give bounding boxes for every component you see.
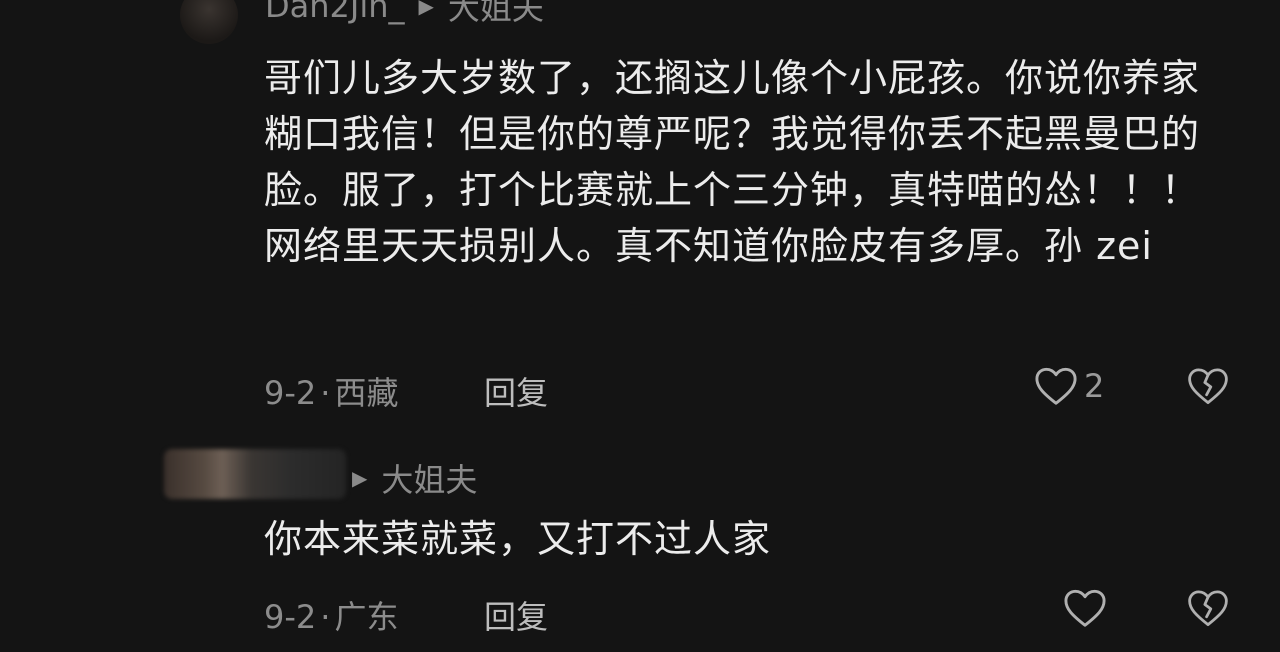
reply-to-name[interactable]: 大姐夫	[381, 455, 477, 501]
reply-button[interactable]: 回复	[484, 592, 548, 638]
comment-date: 9-2	[264, 598, 317, 636]
meta-separator: ·	[320, 598, 331, 636]
heart-outline-icon	[1063, 588, 1107, 628]
comment-meta: 9-2 · 西藏	[264, 368, 398, 414]
avatar[interactable]	[180, 0, 238, 44]
meta-separator: ·	[320, 374, 331, 412]
comment-meta: 9-2 · 广东	[264, 592, 398, 638]
like-button[interactable]	[1063, 588, 1113, 628]
broken-heart-icon	[1187, 590, 1229, 632]
comment-date: 9-2	[264, 374, 317, 412]
dislike-button[interactable]	[1187, 588, 1229, 632]
reply-button[interactable]: 回复	[484, 368, 548, 414]
comment-text: 你本来菜就菜，又打不过人家	[264, 517, 772, 561]
comment-text: 哥们儿多大岁数了，还搁这儿像个小屁孩。你说你养家糊口我信！但是你的尊严呢？我觉得…	[264, 56, 1201, 268]
dislike-button[interactable]	[1187, 366, 1229, 410]
like-button[interactable]: 2	[1034, 366, 1104, 406]
comment-header: Dan2Jin_ ▶ 大姐夫	[265, 0, 544, 38]
triangle-right-icon: ▶	[418, 0, 434, 18]
heart-outline-icon	[1034, 366, 1078, 406]
comment-location: 西藏	[334, 374, 399, 412]
comment-header: ▶ 大姐夫	[352, 455, 477, 501]
blurred-author-name	[164, 449, 346, 499]
reply-to-name[interactable]: 大姐夫	[448, 0, 544, 29]
comment-location: 广东	[334, 598, 399, 636]
like-count: 2	[1084, 367, 1105, 405]
triangle-right-icon: ▶	[352, 466, 368, 490]
broken-heart-icon	[1187, 368, 1229, 410]
comment-author[interactable]: Dan2Jin_	[265, 0, 405, 25]
